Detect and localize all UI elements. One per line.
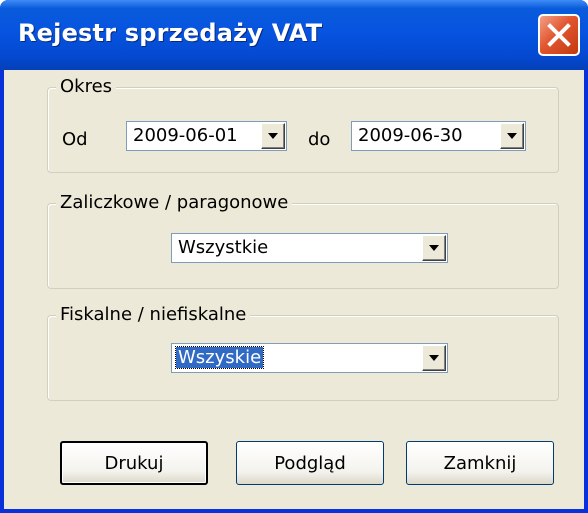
date-to-dropdown-button[interactable] [500, 123, 524, 149]
dialog-window: Rejestr sprzedaży VAT Okres Od 2009-06-0… [0, 0, 588, 513]
zaliczkowe-select[interactable]: Wszystkie [171, 233, 448, 263]
title-bar[interactable]: Rejestr sprzedaży VAT [0, 0, 588, 70]
print-button[interactable]: Drukuj [60, 441, 208, 485]
date-from-dropdown-button[interactable] [261, 123, 285, 149]
fiskalne-group: Fiskalne / niefiskalne Wszyskie [47, 303, 559, 401]
fiskalne-dropdown-button[interactable] [422, 345, 446, 371]
preview-button[interactable]: Podgląd [236, 441, 384, 485]
date-from-value: 2009-06-01 [133, 125, 238, 146]
okres-group: Okres Od 2009-06-01 do 2009-06-30 [47, 75, 559, 173]
fiskalne-value: Wszyskie [174, 346, 265, 369]
window-close-button[interactable] [538, 14, 580, 56]
window-title: Rejestr sprzedaży VAT [18, 19, 323, 47]
date-to-select[interactable]: 2009-06-30 [351, 121, 526, 151]
fiskalne-legend: Fiskalne / niefiskalne [56, 303, 251, 327]
chevron-down-icon [268, 133, 278, 139]
do-label: do [308, 129, 331, 150]
close-button[interactable]: Zamknij [406, 441, 554, 485]
date-from-select[interactable]: 2009-06-01 [126, 121, 287, 151]
fiskalne-select[interactable]: Wszyskie [171, 343, 448, 373]
chevron-down-icon [507, 133, 517, 139]
zaliczkowe-value: Wszystkie [178, 237, 269, 258]
okres-legend: Okres [56, 75, 117, 99]
dialog-body: Okres Od 2009-06-01 do 2009-06-30 Zalicz… [4, 70, 584, 509]
zaliczkowe-group: Zaliczkowe / paragonowe Wszystkie [47, 191, 559, 289]
chevron-down-icon [429, 355, 439, 361]
zaliczkowe-dropdown-button[interactable] [422, 235, 446, 261]
date-to-value: 2009-06-30 [358, 125, 463, 146]
chevron-down-icon [429, 245, 439, 251]
zaliczkowe-legend: Zaliczkowe / paragonowe [56, 191, 293, 215]
od-label: Od [62, 129, 88, 150]
close-icon [547, 23, 571, 47]
